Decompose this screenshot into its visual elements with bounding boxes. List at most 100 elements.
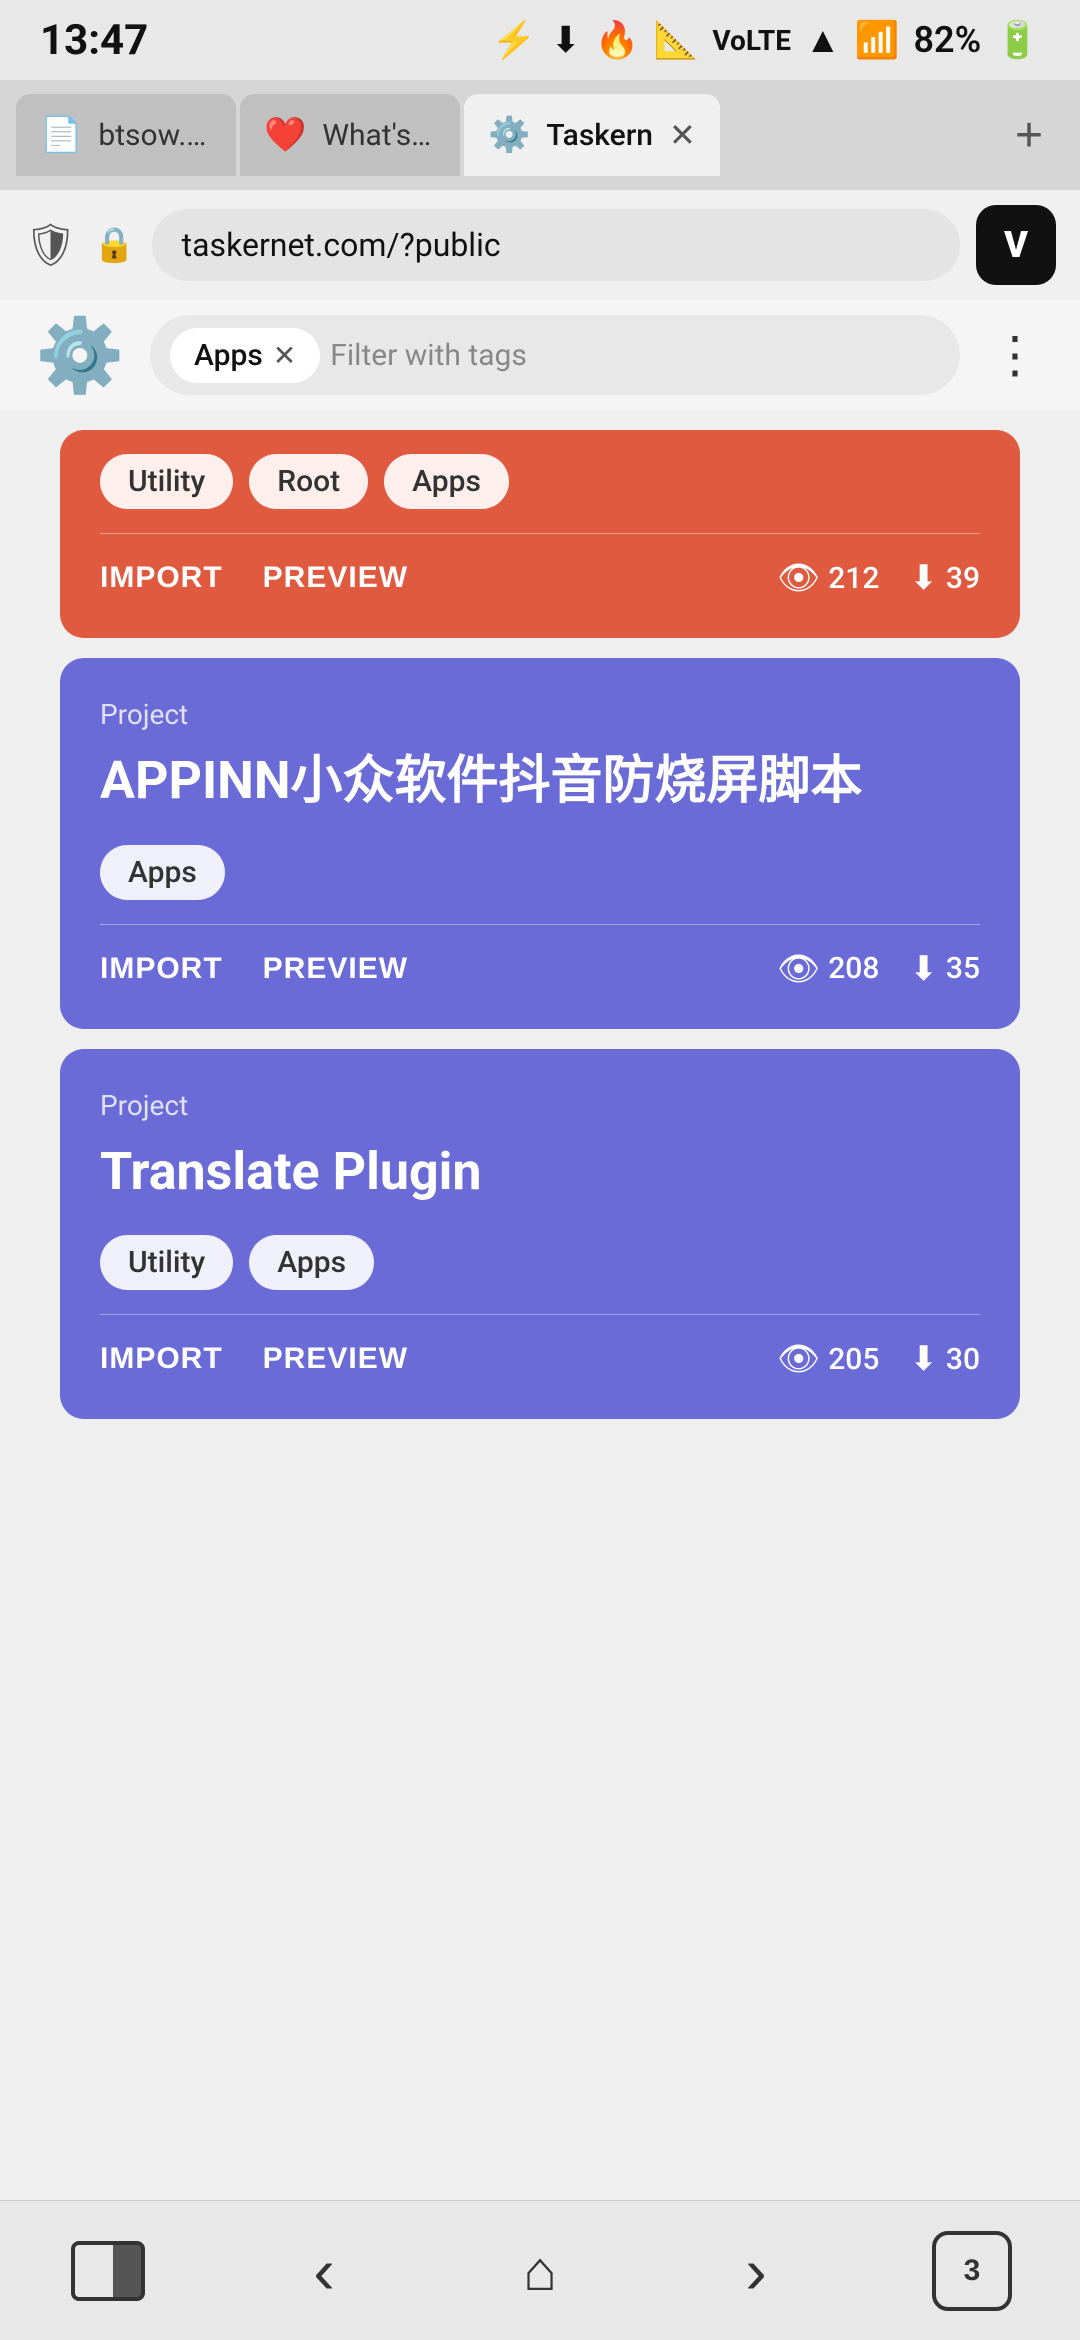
card-appinn-downloads: ⬇ 35 xyxy=(909,949,980,989)
tag-utility[interactable]: Utility xyxy=(100,454,233,509)
card-appinn-actions: IMPORT PREVIEW 👁 208 ⬇ 35 xyxy=(100,949,980,989)
card-translate-views: 👁 205 xyxy=(777,1339,879,1379)
status-bar: 13:47 ⚡ ⬇ 🔥 📐 VoLTE ▲ 📶 82% 🔋 xyxy=(0,0,1080,80)
status-time: 13:47 xyxy=(40,16,148,65)
download-icon: ⬇ xyxy=(551,19,581,61)
card-translate-actions: IMPORT PREVIEW 👁 205 ⬇ 30 xyxy=(100,1339,980,1379)
main-content: ⚙️ Apps ✕ Filter with tags ⋮ Utility Roo… xyxy=(0,300,1080,1559)
forward-icon: › xyxy=(745,2234,766,2308)
card-translate-downloads-count: 30 xyxy=(946,1342,980,1377)
url-text: taskernet.com/?public xyxy=(182,226,501,264)
card-translate-type: Project xyxy=(100,1089,980,1122)
active-filter-tag[interactable]: Apps ✕ xyxy=(170,328,320,383)
preview-button[interactable]: PREVIEW xyxy=(263,561,408,595)
eye-icon: 👁 xyxy=(777,558,820,598)
tab-btsow[interactable]: 📄 btsow.one xyxy=(16,94,236,176)
flash-icon: ⚡ xyxy=(492,19,537,61)
card-appinn-divider xyxy=(100,924,980,925)
signal-icon: 📶 xyxy=(855,19,900,61)
tab-btsow-label: btsow.one xyxy=(98,118,212,153)
fire-icon: 🔥 xyxy=(595,19,640,61)
card-translate-download-icon: ⬇ xyxy=(909,1339,938,1379)
filter-input[interactable]: Apps ✕ Filter with tags xyxy=(150,315,960,395)
url-input[interactable]: taskernet.com/?public xyxy=(152,209,960,281)
downloads-stat: ⬇ 39 xyxy=(909,558,980,598)
card-appinn-tag-apps[interactable]: Apps xyxy=(100,845,225,900)
card-appinn-preview-button[interactable]: PREVIEW xyxy=(263,952,408,986)
partial-card-actions: IMPORT PREVIEW 👁 212 ⬇ 39 xyxy=(100,558,980,598)
tag-apps[interactable]: Apps xyxy=(384,454,509,509)
new-tab-button[interactable]: + xyxy=(994,100,1064,170)
card-appinn-tags: Apps xyxy=(100,845,980,900)
forward-button[interactable]: › xyxy=(676,2221,836,2321)
card-translate-divider xyxy=(100,1314,980,1315)
back-button[interactable]: ‹ xyxy=(244,2221,404,2321)
back-icon: ‹ xyxy=(313,2234,334,2308)
filter-tag-label: Apps xyxy=(194,338,263,373)
wifi-icon: ▲ xyxy=(805,19,841,61)
vivaldi-icon[interactable]: V xyxy=(976,205,1056,285)
more-options-icon[interactable]: ⋮ xyxy=(980,326,1050,385)
home-button[interactable]: ⌂ xyxy=(460,2221,620,2321)
card-appinn-download-icon: ⬇ xyxy=(909,949,938,989)
filter-tag-remove-icon[interactable]: ✕ xyxy=(273,339,296,372)
card-appinn: Project APPINN小众软件抖音防烧屏脚本 Apps IMPORT PR… xyxy=(60,658,1020,1029)
card-appinn-downloads-count: 35 xyxy=(946,951,980,986)
tabs-count-icon: 3 xyxy=(932,2231,1012,2311)
views-count: 212 xyxy=(828,561,879,596)
tab-whatsnew-label: What's ne xyxy=(322,118,436,153)
card-appinn-views: 👁 208 xyxy=(777,949,879,989)
autodesk-icon: 📐 xyxy=(654,19,699,61)
tabs-count: 3 xyxy=(964,2254,981,2288)
card-appinn-action-buttons: IMPORT PREVIEW xyxy=(100,952,408,986)
card-translate-downloads: ⬇ 30 xyxy=(909,1339,980,1379)
download-count-icon: ⬇ xyxy=(909,558,938,598)
card-translate-tags: Utility Apps xyxy=(100,1235,980,1290)
url-bar: 🛡 🔒 taskernet.com/?public V xyxy=(0,190,1080,300)
vivaldi-logo: V xyxy=(1004,224,1028,266)
status-icons: ⚡ ⬇ 🔥 📐 VoLTE ▲ 📶 82% 🔋 xyxy=(492,19,1040,61)
filter-placeholder-text: Filter with tags xyxy=(330,338,527,373)
card-translate-views-count: 205 xyxy=(828,1342,879,1377)
card-translate-tag-apps[interactable]: Apps xyxy=(249,1235,374,1290)
action-buttons: IMPORT PREVIEW xyxy=(100,561,408,595)
tab-taskernet-icon: ⚙️ xyxy=(488,115,530,155)
card-appinn-views-count: 208 xyxy=(828,951,879,986)
tabs-button[interactable]: 3 xyxy=(892,2221,1052,2321)
views-stat: 👁 212 xyxy=(777,558,879,598)
card-appinn-import-button[interactable]: IMPORT xyxy=(100,952,223,986)
battery-icon: 🔋 xyxy=(995,19,1040,61)
card-translate-title: Translate Plugin xyxy=(100,1138,980,1206)
partial-card: Utility Root Apps IMPORT PREVIEW 👁 212 ⬇… xyxy=(60,430,1020,638)
battery-text: 82% xyxy=(913,19,981,61)
card-translate-eye-icon: 👁 xyxy=(777,1339,820,1379)
tab-close-icon[interactable]: ✕ xyxy=(669,116,696,154)
tab-taskernet[interactable]: ⚙️ Taskern ✕ xyxy=(464,94,720,176)
volte-icon: VoLTE xyxy=(712,24,791,57)
tab-whatsnew[interactable]: ❤️ What's ne xyxy=(240,94,460,176)
card-appinn-eye-icon: 👁 xyxy=(777,949,820,989)
app-logo: ⚙️ xyxy=(30,305,130,405)
card-translate-tag-utility[interactable]: Utility xyxy=(100,1235,233,1290)
card-translate-import-button[interactable]: IMPORT xyxy=(100,1342,223,1376)
bottom-nav: ‹ ⌂ › 3 xyxy=(0,2200,1080,2340)
import-button[interactable]: IMPORT xyxy=(100,561,223,595)
tab-taskernet-label: Taskern xyxy=(546,118,653,153)
partial-card-tags: Utility Root Apps xyxy=(100,454,980,509)
tab-bar: 📄 btsow.one ❤️ What's ne ⚙️ Taskern ✕ + xyxy=(0,80,1080,190)
card-translate-preview-button[interactable]: PREVIEW xyxy=(263,1342,408,1376)
lock-icon: 🔒 xyxy=(93,225,135,265)
card-divider xyxy=(100,533,980,534)
card-appinn-type: Project xyxy=(100,698,980,731)
screen-icon xyxy=(71,2241,145,2301)
card-appinn-stats: 👁 208 ⬇ 35 xyxy=(777,949,980,989)
screen-button[interactable] xyxy=(28,2221,188,2321)
partial-card-stats: 👁 212 ⬇ 39 xyxy=(777,558,980,598)
gear-lightning-icon: ⚙️ xyxy=(35,313,125,398)
filter-bar: ⚙️ Apps ✕ Filter with tags ⋮ xyxy=(0,300,1080,410)
downloads-count: 39 xyxy=(946,561,980,596)
card-translate-stats: 👁 205 ⬇ 30 xyxy=(777,1339,980,1379)
tab-whatsnew-icon: ❤️ xyxy=(264,115,306,155)
card-appinn-title: APPINN小众软件抖音防烧屏脚本 xyxy=(100,747,980,815)
tag-root[interactable]: Root xyxy=(249,454,368,509)
